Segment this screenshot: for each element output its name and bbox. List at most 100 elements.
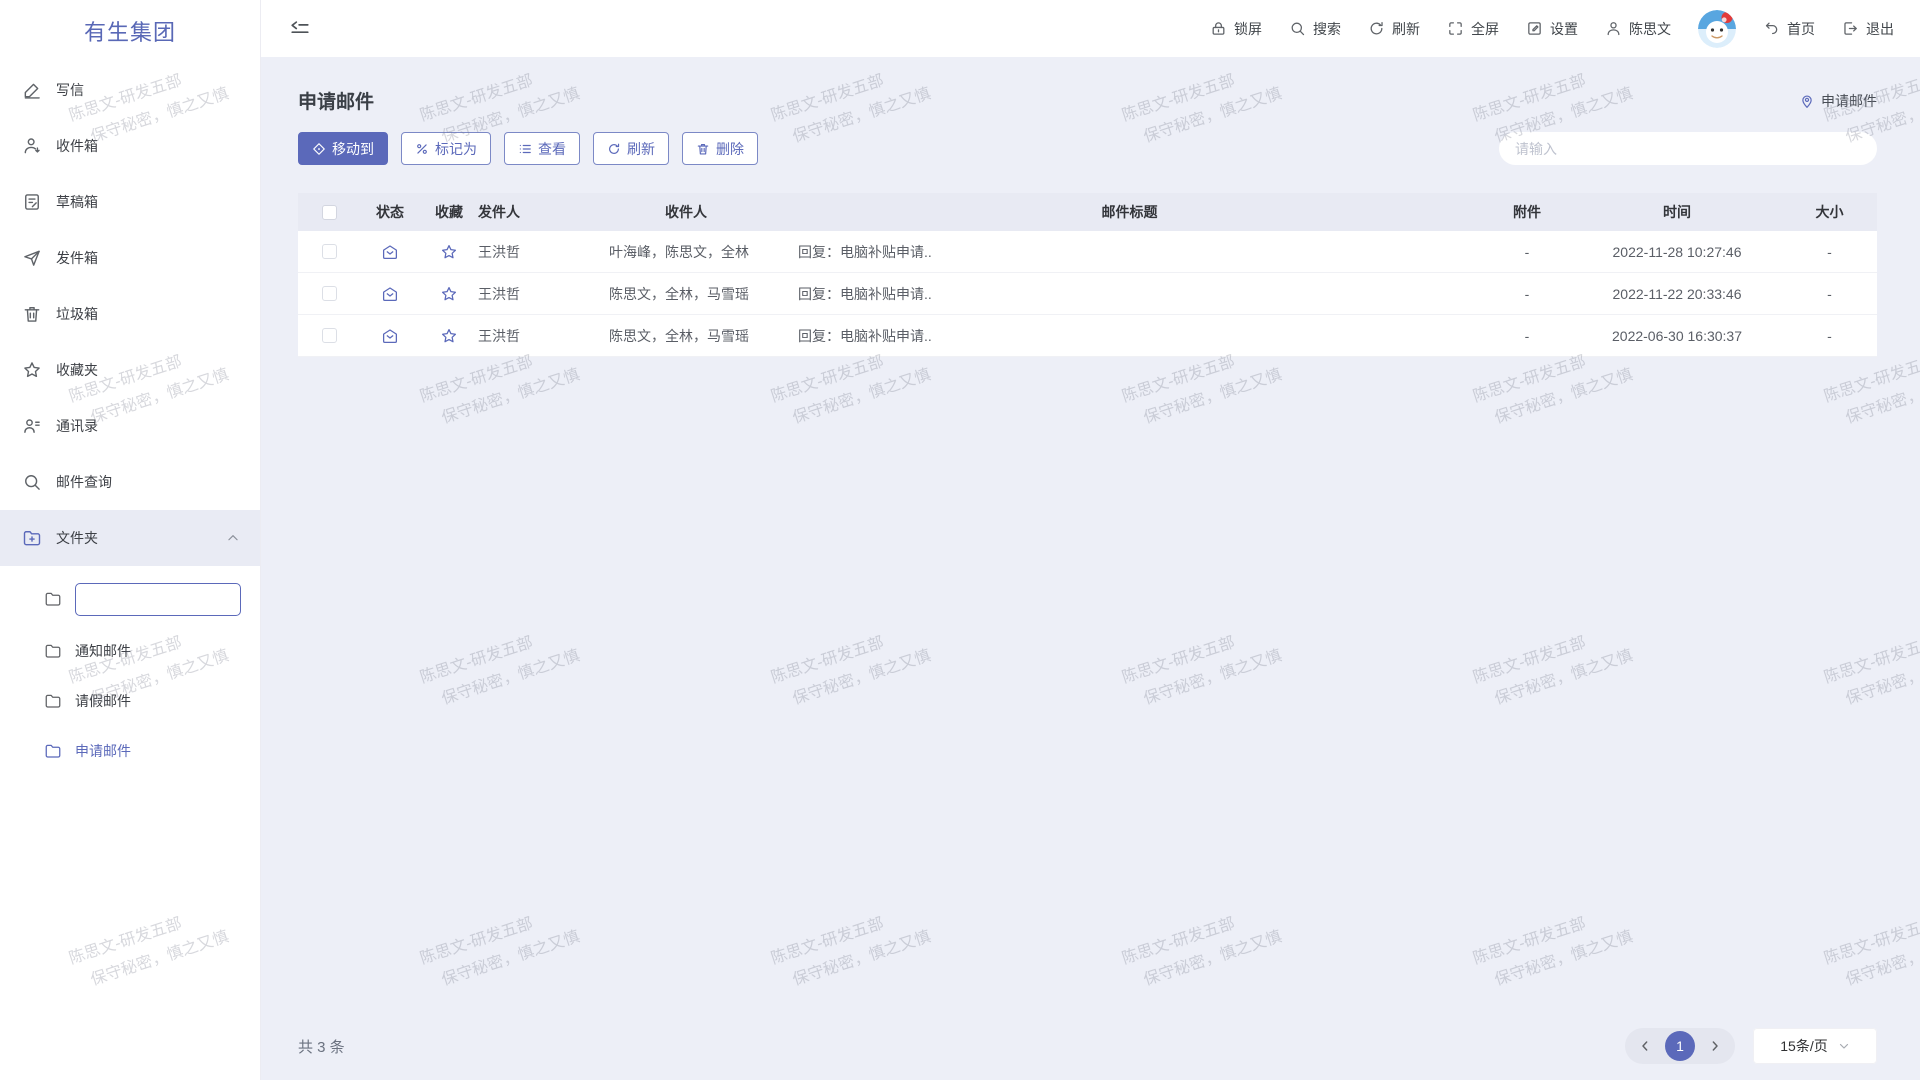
cell-size: - bbox=[1827, 244, 1832, 260]
home-label: 首页 bbox=[1787, 19, 1815, 39]
page-head: 申请邮件 申请邮件 bbox=[298, 87, 1877, 114]
user-icon bbox=[1605, 20, 1622, 37]
folder-item-apply[interactable]: 申请邮件 bbox=[0, 726, 260, 776]
right-pane: 锁屏 搜索 刷新 全屏 设置 bbox=[261, 0, 1920, 1080]
page-size-value: 15条/页 bbox=[1780, 1036, 1827, 1056]
app-logo: 有生集团 bbox=[0, 0, 260, 62]
view-button[interactable]: 查看 bbox=[504, 132, 580, 165]
global-search-button[interactable]: 搜索 bbox=[1289, 19, 1341, 39]
row-checkbox[interactable] bbox=[322, 286, 337, 301]
sidebar-item-sent[interactable]: 发件箱 bbox=[0, 230, 260, 286]
table-row[interactable]: 王洪哲 陈思文，全林，马雪瑶 回复：电脑补贴申请.. - 2022-06-30 … bbox=[298, 315, 1877, 357]
refresh-button[interactable]: 刷新 bbox=[1368, 19, 1420, 39]
fold-sidebar-icon[interactable] bbox=[289, 18, 311, 40]
logout-button[interactable]: 退出 bbox=[1842, 19, 1894, 39]
page-number[interactable]: 1 bbox=[1665, 1031, 1695, 1061]
sidebar-item-favorites[interactable]: 收藏夹 bbox=[0, 342, 260, 398]
folder-icon bbox=[44, 590, 62, 608]
sidebar-item-compose[interactable]: 写信 bbox=[0, 62, 260, 118]
total-count: 共 3 条 bbox=[298, 1036, 345, 1057]
current-user-label: 陈思文 bbox=[1629, 19, 1671, 39]
folder-item-leave[interactable]: 请假邮件 bbox=[0, 676, 260, 726]
cell-size: - bbox=[1827, 328, 1832, 344]
row-checkbox[interactable] bbox=[322, 328, 337, 343]
mail-open-icon bbox=[381, 243, 399, 261]
toolbar: 移动到 标记为 查看 刷新 删除 bbox=[298, 132, 1877, 165]
cell-subject[interactable]: 回复：电脑补贴申请.. bbox=[777, 284, 932, 304]
logout-label: 退出 bbox=[1866, 19, 1894, 39]
avatar[interactable] bbox=[1698, 10, 1736, 48]
move-to-icon bbox=[312, 142, 326, 156]
row-checkbox[interactable] bbox=[322, 244, 337, 259]
list-search bbox=[1499, 132, 1877, 165]
prev-page-icon[interactable] bbox=[1637, 1038, 1653, 1054]
col-header-size: 大小 bbox=[1816, 202, 1844, 222]
settings-label: 设置 bbox=[1550, 19, 1578, 39]
mark-as-button[interactable]: 标记为 bbox=[401, 132, 491, 165]
favorite-star-icon[interactable] bbox=[440, 243, 458, 261]
folder-name-input[interactable] bbox=[75, 583, 241, 616]
sidebar-item-label: 收件箱 bbox=[56, 136, 98, 156]
home-button[interactable]: 首页 bbox=[1763, 19, 1815, 39]
cell-subject[interactable]: 回复：电脑补贴申请.. bbox=[777, 326, 932, 346]
col-header-status: 状态 bbox=[376, 202, 404, 222]
folder-item-notify[interactable]: 通知邮件 bbox=[0, 626, 260, 676]
cell-attachment: - bbox=[1525, 244, 1530, 260]
back-home-icon bbox=[1763, 20, 1780, 37]
next-page-icon[interactable] bbox=[1707, 1038, 1723, 1054]
sidebar-item-contacts[interactable]: 通讯录 bbox=[0, 398, 260, 454]
breadcrumb: 申请邮件 bbox=[1799, 91, 1877, 111]
fullscreen-button[interactable]: 全屏 bbox=[1447, 19, 1499, 39]
cell-recipients: 叶海峰，陈思文，全林 bbox=[595, 242, 749, 262]
cell-attachment: - bbox=[1525, 286, 1530, 302]
mark-as-label: 标记为 bbox=[435, 139, 477, 159]
cell-subject[interactable]: 回复：电脑补贴申请.. bbox=[777, 242, 932, 262]
folder-icon bbox=[44, 692, 62, 710]
fullscreen-icon bbox=[1447, 20, 1464, 37]
favorite-star-icon[interactable] bbox=[440, 285, 458, 303]
sidebar-item-mail-search[interactable]: 邮件查询 bbox=[0, 454, 260, 510]
sidebar-item-label: 写信 bbox=[56, 80, 84, 100]
lock-screen-button[interactable]: 锁屏 bbox=[1210, 19, 1262, 39]
chevron-up-icon[interactable] bbox=[226, 531, 240, 545]
refresh-list-button[interactable]: 刷新 bbox=[593, 132, 669, 165]
refresh-icon bbox=[1368, 20, 1385, 37]
new-folder-row bbox=[0, 572, 260, 626]
current-user[interactable]: 陈思文 bbox=[1605, 19, 1671, 39]
sidebar-item-trash[interactable]: 垃圾箱 bbox=[0, 286, 260, 342]
table-row[interactable]: 王洪哲 陈思文，全林，马雪瑶 回复：电脑补贴申请.. - 2022-11-22 … bbox=[298, 273, 1877, 315]
cell-sender: 王洪哲 bbox=[478, 284, 520, 304]
delete-button[interactable]: 删除 bbox=[682, 132, 758, 165]
sidebar-item-label: 文件夹 bbox=[56, 528, 98, 548]
select-all-checkbox[interactable] bbox=[322, 205, 337, 220]
location-pin-icon bbox=[1799, 93, 1815, 109]
cell-recipients: 陈思文，全林，马雪瑶 bbox=[595, 326, 749, 346]
app-window: 有生集团 写信 收件箱 草稿箱 发件箱 垃圾箱 bbox=[0, 0, 1920, 1080]
trash-icon bbox=[22, 304, 42, 324]
topbar-right: 锁屏 搜索 刷新 全屏 设置 bbox=[1210, 10, 1894, 48]
table-header-row: 状态 收藏 发件人 收件人 邮件标题 附件 时间 大小 bbox=[298, 193, 1877, 231]
move-to-button[interactable]: 移动到 bbox=[298, 132, 388, 165]
settings-button[interactable]: 设置 bbox=[1526, 19, 1578, 39]
breadcrumb-label: 申请邮件 bbox=[1821, 91, 1877, 111]
col-header-subject: 邮件标题 bbox=[1102, 202, 1158, 222]
sidebar-item-drafts[interactable]: 草稿箱 bbox=[0, 174, 260, 230]
sidebar-item-folders[interactable]: 文件夹 bbox=[0, 510, 260, 566]
sidebar-item-label: 垃圾箱 bbox=[56, 304, 98, 324]
fullscreen-label: 全屏 bbox=[1471, 19, 1499, 39]
search-icon bbox=[22, 472, 42, 492]
list-search-input[interactable] bbox=[1515, 141, 1861, 157]
chevron-down-icon bbox=[1838, 1040, 1850, 1052]
cell-sender: 王洪哲 bbox=[478, 326, 520, 346]
page-size-select[interactable]: 15条/页 bbox=[1753, 1028, 1877, 1064]
col-header-recipients: 收件人 bbox=[665, 202, 707, 222]
sidebar-item-inbox[interactable]: 收件箱 bbox=[0, 118, 260, 174]
sidebar-item-label: 收藏夹 bbox=[56, 360, 98, 380]
favorite-star-icon[interactable] bbox=[440, 327, 458, 345]
table-row[interactable]: 王洪哲 叶海峰，陈思文，全林 回复：电脑补贴申请.. - 2022-11-28 … bbox=[298, 231, 1877, 273]
trash-icon bbox=[696, 142, 710, 156]
col-header-sender: 发件人 bbox=[478, 202, 520, 222]
lock-screen-label: 锁屏 bbox=[1234, 19, 1262, 39]
cell-attachment: - bbox=[1525, 328, 1530, 344]
content-spacer bbox=[298, 357, 1877, 1026]
